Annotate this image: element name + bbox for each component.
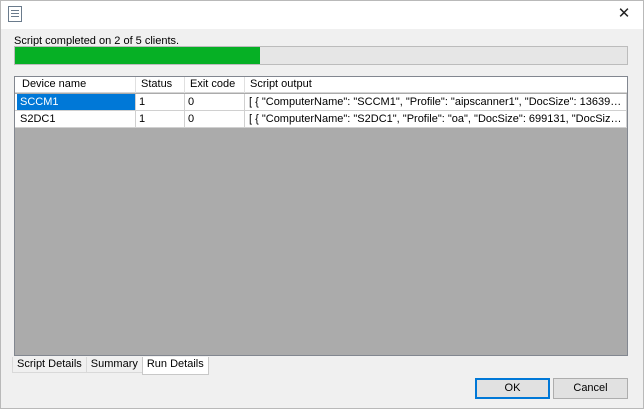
grid-header: Device name Status Exit code Script outp… bbox=[15, 77, 627, 93]
cell-script-output[interactable]: [ { "ComputerName": "SCCM1", "Profile": … bbox=[245, 94, 627, 110]
table-row[interactable]: SCCM1 1 0 [ { "ComputerName": "SCCM1", "… bbox=[15, 94, 627, 111]
ok-button[interactable]: OK bbox=[475, 378, 550, 399]
cancel-button[interactable]: Cancel bbox=[553, 378, 628, 399]
cell-device-name[interactable]: S2DC1 bbox=[17, 111, 136, 127]
progress-bar bbox=[14, 46, 628, 65]
progress-fill bbox=[15, 47, 260, 64]
cell-script-output[interactable]: [ { "ComputerName": "S2DC1", "Profile": … bbox=[245, 111, 627, 127]
script-status-dialog: ✕ Script completed on 2 of 5 clients. De… bbox=[0, 0, 644, 409]
column-header-exit-code[interactable]: Exit code bbox=[185, 77, 245, 93]
tab-run-details[interactable]: Run Details bbox=[141, 357, 209, 375]
column-header-script-output[interactable]: Script output bbox=[245, 77, 627, 93]
grid-rows: SCCM1 1 0 [ { "ComputerName": "SCCM1", "… bbox=[15, 94, 627, 128]
tab-script-details[interactable]: Script Details bbox=[12, 357, 87, 373]
results-grid[interactable]: Device name Status Exit code Script outp… bbox=[14, 76, 628, 356]
table-row[interactable]: S2DC1 1 0 [ { "ComputerName": "S2DC1", "… bbox=[15, 111, 627, 128]
tab-strip: Script Details Summary Run Details bbox=[12, 357, 209, 375]
cell-exit-code[interactable]: 0 bbox=[185, 94, 245, 110]
close-icon[interactable]: ✕ bbox=[611, 3, 637, 25]
cell-exit-code[interactable]: 0 bbox=[185, 111, 245, 127]
cell-status[interactable]: 1 bbox=[136, 111, 185, 127]
cell-device-name[interactable]: SCCM1 bbox=[17, 94, 136, 110]
column-header-status[interactable]: Status bbox=[136, 77, 185, 93]
title-bar: ✕ bbox=[1, 1, 643, 29]
script-window-icon bbox=[8, 6, 22, 22]
tab-summary[interactable]: Summary bbox=[85, 357, 143, 373]
cell-status[interactable]: 1 bbox=[136, 94, 185, 110]
column-header-device-name[interactable]: Device name bbox=[17, 77, 136, 93]
